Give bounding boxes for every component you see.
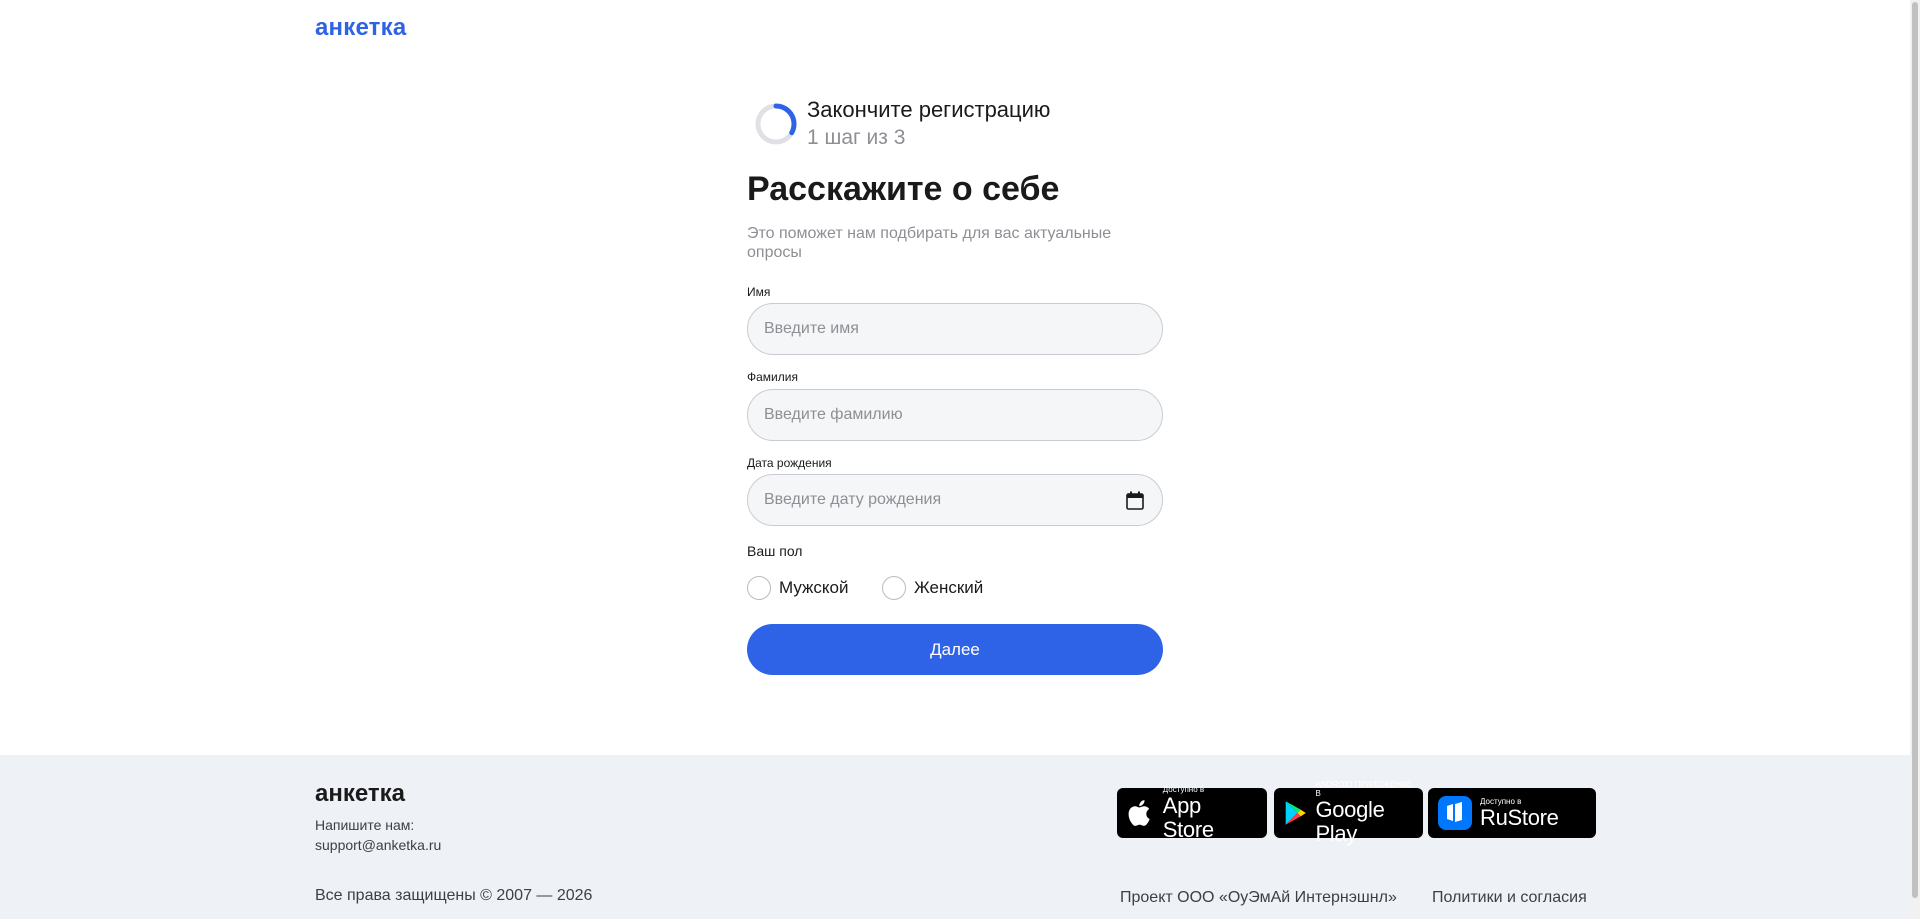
logo[interactable]: анкетка — [315, 14, 406, 42]
page-subtitle: Это поможет нам подбирать для вас актуал… — [747, 225, 1112, 261]
first-name-label: Имя — [747, 285, 771, 299]
next-button[interactable]: Далее — [747, 624, 1163, 675]
last-name-input[interactable] — [748, 390, 1162, 440]
progress-ring-icon — [755, 103, 797, 145]
google-play-icon — [1285, 801, 1306, 825]
first-name-input[interactable] — [748, 304, 1162, 354]
scrollbar-thumb[interactable] — [1912, 2, 1918, 898]
birth-date-field-wrapper — [747, 474, 1163, 526]
last-name-field-wrapper — [747, 389, 1163, 441]
page-title: Расскажите о себе — [747, 170, 1060, 208]
gender-option-male[interactable]: Мужской — [747, 576, 849, 600]
app-store-button[interactable]: Доступно в App Store — [1117, 785, 1267, 841]
progress-title: Закончите регистрацию — [807, 97, 1051, 122]
google-play-big: Google Play — [1315, 797, 1385, 846]
calendar-icon[interactable] — [1126, 491, 1144, 510]
last-name-label: Фамилия — [747, 370, 798, 384]
gender-option-female-label: Женский — [914, 578, 984, 597]
birth-date-input[interactable] — [748, 475, 1162, 525]
gender-option-male-label: Мужской — [779, 578, 849, 597]
radio-female[interactable] — [882, 576, 906, 600]
footer-logo[interactable]: анкетка — [315, 780, 405, 808]
rustore-button[interactable]: Доступно в RuStore — [1428, 788, 1596, 838]
gender-label: Ваш пол — [747, 543, 803, 559]
copyright: Все права защищены © 2007 — 2026 — [315, 887, 593, 904]
google-play-small: ANDROID ПРИЛОЖЕНИЕ В — [1315, 780, 1413, 798]
rustore-big: RuStore — [1480, 804, 1559, 830]
page-scrollbar[interactable] — [1910, 0, 1920, 919]
policies-link[interactable]: Политики и согласия — [1432, 889, 1587, 907]
radio-male[interactable] — [747, 576, 771, 600]
gender-option-female[interactable]: Женский — [882, 576, 983, 600]
first-name-field-wrapper — [747, 303, 1163, 355]
apple-icon — [1128, 800, 1150, 826]
footer: анкетка Напишите нам: support@anketka.ru… — [0, 755, 1910, 919]
google-play-button[interactable]: ANDROID ПРИЛОЖЕНИЕ В Google Play — [1274, 780, 1423, 846]
contact-label: Напишите нам: — [315, 817, 415, 833]
app-store-big: App Store — [1162, 792, 1214, 842]
birth-date-label: Дата рождения — [747, 456, 832, 470]
rustore-icon — [1438, 796, 1472, 830]
progress-step: 1 шаг из 3 — [807, 126, 906, 149]
project-text: Проект ООО «ОуЭмАй Интернэшнл» — [1120, 889, 1397, 906]
contact-email-link[interactable]: support@anketka.ru — [315, 837, 441, 853]
